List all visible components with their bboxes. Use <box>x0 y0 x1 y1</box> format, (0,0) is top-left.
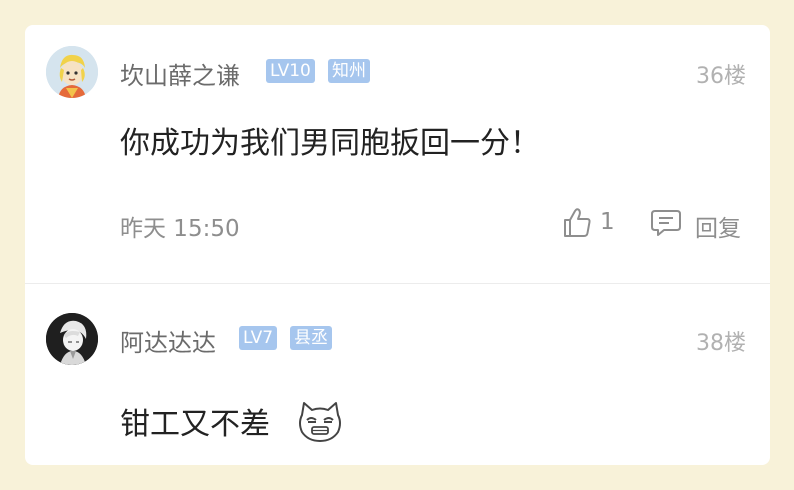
comment-text: 钳工又不差 <box>120 407 270 442</box>
level-badge: LV7 <box>239 326 278 350</box>
level-badge: LV10 <box>266 59 315 83</box>
reply-button[interactable]: 回复 <box>650 205 750 242</box>
like-button[interactable]: 1 <box>562 205 632 241</box>
comment-bubble-icon <box>651 210 681 236</box>
comment-time: 昨天 15:50 <box>120 216 240 242</box>
like-count: 1 <box>600 209 615 235</box>
floor-number: 36楼 <box>696 64 746 89</box>
smug-cat-emoji-icon <box>299 402 341 442</box>
cartoon-avatar-icon <box>46 46 98 98</box>
divider <box>25 283 770 284</box>
comment-text: 你成功为我们男同胞扳回一分！ <box>120 126 540 161</box>
user-avatar[interactable] <box>46 46 98 98</box>
username[interactable]: 坎山薛之谦 <box>120 56 240 91</box>
thumbs-up-icon <box>564 208 591 237</box>
user-avatar[interactable] <box>46 313 98 365</box>
anime-avatar-icon <box>46 313 98 365</box>
comment-card: 坎山薛之谦 LV10 知州 36楼 你成功为我们男同胞扳回一分！ 昨天 15:5… <box>25 25 770 465</box>
username[interactable]: 阿达达达 <box>120 323 216 358</box>
reply-label: 回复 <box>695 216 741 242</box>
title-badge: 知州 <box>328 59 370 83</box>
title-badge: 县丞 <box>290 326 332 350</box>
floor-number: 38楼 <box>696 331 746 356</box>
